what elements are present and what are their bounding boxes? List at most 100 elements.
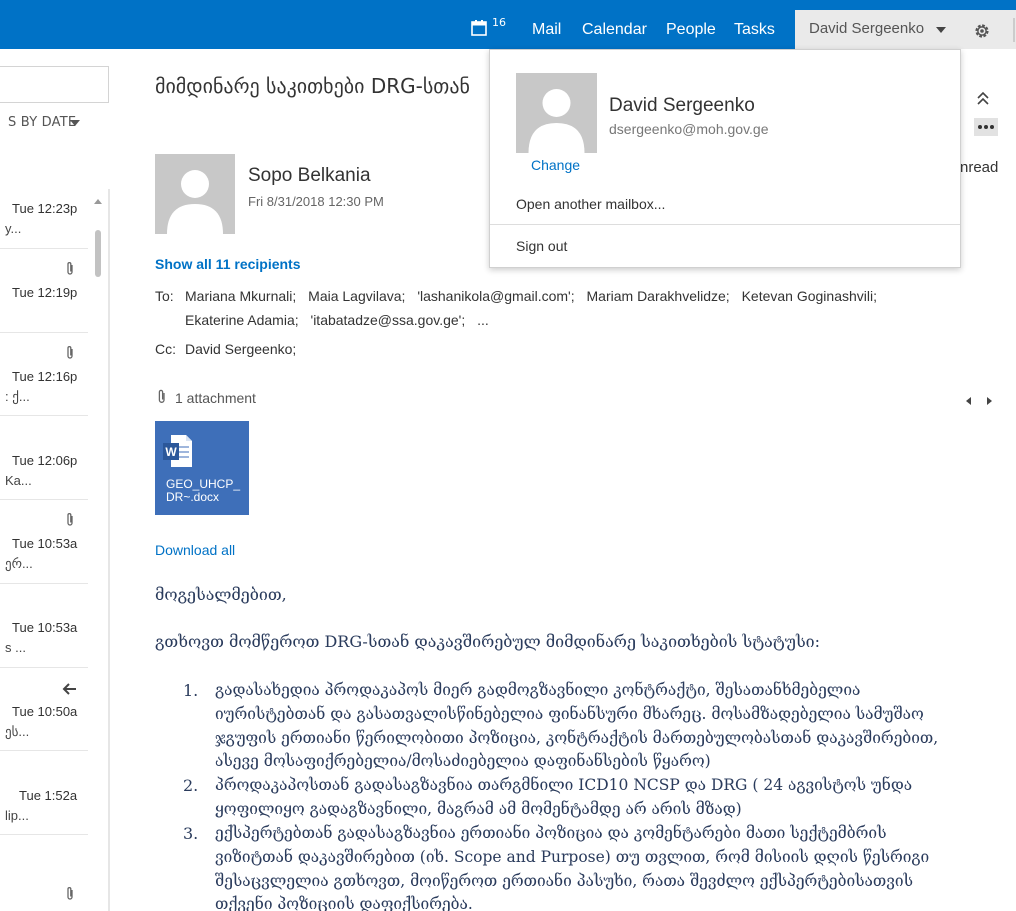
recipient[interactable]: 'lashanikola@gmail.com';	[417, 288, 574, 304]
paperclip-icon	[158, 389, 165, 403]
recipient[interactable]: Ketevan Goginashvili;	[742, 288, 877, 304]
recipient[interactable]: Mariana Mkurnali;	[185, 288, 296, 304]
attachment-tile[interactable]: W GEO_UHCP_ DR~.docx	[155, 421, 249, 515]
recipient[interactable]: Ekaterine Adamia;	[185, 312, 299, 328]
top-bar: 16 Mail Calendar People Tasks David Serg…	[0, 0, 1016, 49]
attachment-nav	[966, 393, 1004, 409]
calendar-icon[interactable]	[471, 20, 487, 36]
divider	[490, 224, 960, 225]
attachment-count: 1 attachment	[175, 390, 256, 406]
divider	[0, 583, 88, 584]
cc-label: Cc:	[155, 341, 176, 357]
message-preview[interactable]: ეს...	[5, 724, 29, 740]
divider	[108, 189, 110, 911]
body-greeting: მოგესალმებით,	[155, 585, 287, 604]
dropdown-user-email: dsergeenko@moh.gov.ge	[609, 121, 769, 137]
mark-unread-button[interactable]: nread	[960, 159, 998, 176]
list-item-line: გადასახედია პროდაკაპოს მიერ გადმოგზავნილ…	[215, 681, 861, 699]
to-recipients-line-1: Mariana Mkurnali; Maia Lagvilava; 'lasha…	[185, 288, 885, 304]
list-number: 2.	[183, 776, 199, 795]
divider	[0, 834, 88, 835]
message-time[interactable]: Tue 10:53a	[12, 536, 77, 551]
message-time[interactable]: Tue 12:06p	[12, 453, 77, 468]
message-time[interactable]: Tue 10:50a	[12, 704, 77, 719]
calendar-badge: 16	[492, 16, 506, 29]
cc-recipients: David Sergeenko;	[185, 341, 304, 357]
message-date: Fri 8/31/2018 12:30 PM	[248, 194, 384, 209]
recipient[interactable]: 'itabatadze@ssa.gov.ge';	[311, 312, 466, 328]
dropdown-user-name: David Sergeenko	[609, 95, 755, 116]
divider	[0, 248, 88, 249]
gear-icon[interactable]	[973, 22, 991, 40]
sender-name[interactable]: Sopo Belkania	[248, 165, 371, 187]
message-preview[interactable]: lip...	[5, 808, 29, 823]
chevron-down-icon	[936, 27, 946, 33]
dot	[984, 125, 988, 129]
list-item-line: ჯგუფის ერთიანი წერილობითი პოზიცია, კონტრ…	[215, 729, 939, 747]
list-item-line: პროდაკაპოსთან გადასაგზავნია თარგმნილი IC…	[215, 776, 913, 794]
show-all-recipients-link[interactable]: Show all 11 recipients	[155, 256, 301, 272]
message-time[interactable]: Tue 1:52a	[19, 788, 77, 803]
divider	[0, 499, 88, 500]
message-time[interactable]: Tue 12:23p	[12, 201, 77, 216]
svg-text:W: W	[165, 445, 177, 459]
scroll-up-arrow-icon[interactable]	[94, 199, 102, 204]
more-recipients[interactable]: ...	[477, 312, 489, 328]
collapse-up-icon[interactable]	[976, 90, 990, 106]
download-all-link[interactable]: Download all	[155, 542, 235, 558]
attachment-filename-line: DR~.docx	[166, 490, 220, 504]
sign-out-item[interactable]: Sign out	[516, 238, 567, 254]
recipient[interactable]: David Sergeenko;	[185, 341, 296, 357]
message-preview[interactable]: : ქ...	[5, 389, 30, 405]
word-document-icon: W	[163, 435, 192, 467]
nav-calendar[interactable]: Calendar	[582, 21, 647, 39]
message-subject: მიმდინარე საკითხები DRG-სთან	[155, 74, 470, 98]
message-time[interactable]: Tue 12:19p	[12, 285, 77, 300]
list-item-line: იურისტებთან და გასათვალისწინებელია ფინან…	[215, 705, 924, 723]
message-time[interactable]: Tue 12:16p	[12, 369, 77, 384]
list-number: 1.	[183, 681, 199, 700]
nav-mail[interactable]: Mail	[532, 21, 561, 39]
scrollbar-thumb[interactable]	[95, 230, 101, 277]
nav-tasks[interactable]: Tasks	[734, 21, 775, 39]
reply-arrow-icon	[62, 683, 76, 695]
attachment-filename: GEO_UHCP_ DR~.docx	[166, 478, 240, 504]
sender-avatar	[155, 154, 235, 234]
more-options-button[interactable]	[974, 118, 998, 136]
paperclip-icon	[67, 346, 73, 359]
list-item-line: თქვენი პოზიციის დაფიქსირება.	[215, 895, 473, 911]
user-dropdown-menu: David Sergeenko dsergeenko@moh.gov.ge Ch…	[489, 49, 961, 268]
list-item-line: შესაცვლელია გთხოვთ, მოიწეროთ ერთიანი პას…	[215, 872, 913, 890]
open-another-mailbox-item[interactable]: Open another mailbox...	[516, 196, 665, 212]
chevron-left-icon[interactable]	[966, 397, 971, 405]
message-preview[interactable]: y...	[5, 221, 21, 236]
nav-people[interactable]: People	[666, 21, 716, 39]
paperclip-icon	[67, 887, 73, 900]
divider	[1013, 18, 1015, 42]
divider	[0, 332, 88, 333]
recipient[interactable]: Maia Lagvilava;	[308, 288, 405, 304]
dot	[990, 125, 994, 129]
list-item-line: ვიზიტთან დაკავშირებით (იხ. Scope and Pur…	[215, 848, 930, 866]
dot	[978, 125, 982, 129]
user-menu-button[interactable]: David Sergeenko	[795, 10, 1016, 49]
list-item-line: ყოფილიყო გადაგზავნილი, მაგრამ ამ მომენტა…	[215, 800, 742, 818]
body-intro: გთხოვთ მომწეროთ DRG-სთან დაკავშირებულ მი…	[155, 632, 820, 651]
sort-by-date[interactable]: S BY DATE	[8, 115, 76, 130]
to-label: To:	[155, 288, 174, 304]
divider	[0, 750, 88, 751]
divider	[0, 667, 88, 668]
paperclip-icon	[67, 262, 73, 275]
message-list: S BY DATE Tue 12:23p y... Tue 12:19p Tue…	[0, 49, 110, 911]
chevron-down-icon[interactable]	[70, 120, 80, 126]
chevron-right-icon[interactable]	[987, 397, 993, 405]
message-time[interactable]: Tue 10:53a	[12, 620, 77, 635]
recipient[interactable]: Mariam Darakhvelidze;	[587, 288, 730, 304]
divider	[0, 415, 88, 416]
change-photo-link[interactable]: Change	[531, 157, 580, 173]
list-item-line: ასევე მოსაფიქრებელია/მოსაძიებელია დაფინა…	[215, 752, 711, 770]
message-preview[interactable]: Ka...	[5, 473, 32, 488]
message-preview[interactable]: s ...	[5, 640, 26, 655]
search-input[interactable]	[0, 66, 109, 103]
message-preview[interactable]: ერ...	[5, 556, 33, 572]
